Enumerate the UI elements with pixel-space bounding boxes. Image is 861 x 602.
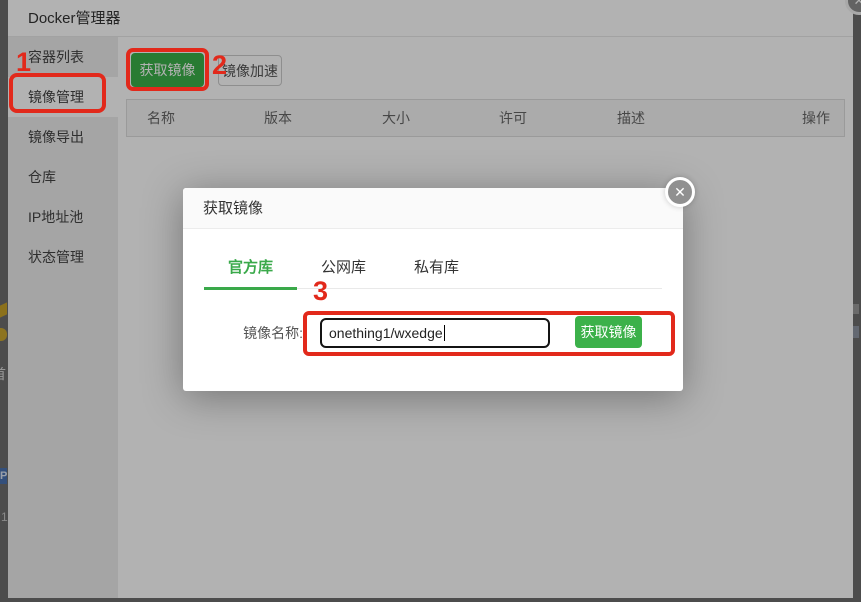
tab-public-repo[interactable]: 公网库 (297, 256, 390, 290)
step-3-marker: 3 (313, 278, 328, 305)
image-name-label: 镜像名称: (183, 318, 303, 348)
tab-private-repo[interactable]: 私有库 (390, 256, 483, 290)
step-3-highlight-box (303, 311, 675, 356)
step-1-marker: 1 (16, 49, 31, 76)
step-2-highlight-box (126, 48, 209, 91)
fetch-image-dialog: 获取镜像 ✕ 官方库 公网库 私有库 镜像名称: onething1/wxedg… (183, 188, 683, 391)
screenshot-root: Docker管理器 容器列表 镜像管理 镜像导出 仓库 IP地址池 状态管理 获… (0, 0, 861, 602)
dialog-header: 获取镜像 (183, 188, 683, 229)
dialog-title: 获取镜像 (203, 188, 263, 229)
step-1-highlight-box (9, 73, 106, 113)
step-2-marker: 2 (212, 52, 227, 79)
dialog-close-icon[interactable]: ✕ (665, 177, 695, 207)
repository-tabs: 官方库 公网库 私有库 (204, 256, 662, 289)
tab-official-repo[interactable]: 官方库 (204, 256, 297, 290)
